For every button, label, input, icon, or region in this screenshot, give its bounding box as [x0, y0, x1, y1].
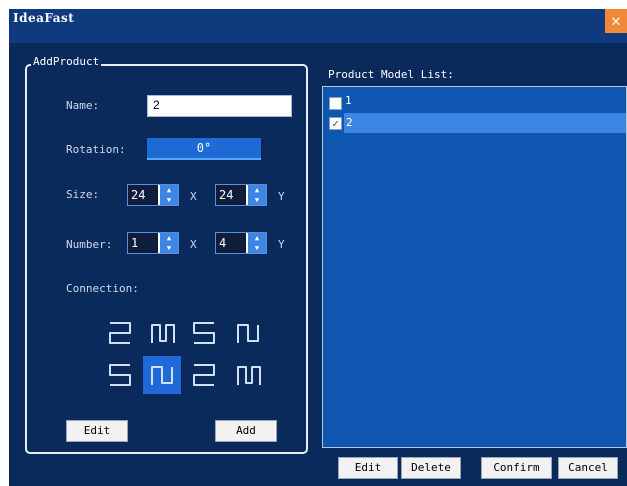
size-x-stepper[interactable]: ▲ ▼: [160, 185, 178, 205]
snake-up-icon[interactable]: [229, 356, 267, 394]
delete-button[interactable]: Delete: [401, 457, 461, 479]
zigzag-icon[interactable]: [101, 314, 139, 352]
confirm-button[interactable]: Confirm: [481, 457, 552, 479]
title-bar[interactable]: IdeaFast ✕: [9, 9, 627, 43]
number-y-value[interactable]: 4: [216, 233, 246, 253]
up-arrow-icon[interactable]: ▲: [160, 185, 178, 195]
size-y-axis-label: Y: [278, 190, 285, 203]
list-item-checkbox[interactable]: [329, 97, 342, 110]
list-item-label: 2: [344, 113, 626, 133]
number-label: Number:: [66, 238, 113, 251]
rotation-label: Rotation:: [66, 143, 126, 156]
add-product-button[interactable]: Add: [215, 420, 277, 442]
zigzag-icon[interactable]: [185, 356, 223, 394]
size-y-spinbox[interactable]: 24 ▲ ▼: [215, 184, 267, 206]
down-arrow-icon[interactable]: ▼: [160, 195, 178, 205]
connection-label: Connection:: [66, 282, 139, 295]
add-product-legend: AddProduct: [31, 55, 102, 68]
size-x-spinbox[interactable]: 24 ▲ ▼: [127, 184, 179, 206]
list-item-checkbox[interactable]: ✓: [329, 117, 342, 130]
size-x-value[interactable]: 24: [128, 185, 158, 205]
product-model-list[interactable]: 1 ✓ 2: [322, 86, 627, 448]
product-model-list-label: Product Model List:: [328, 68, 454, 81]
size-y-value[interactable]: 24: [216, 185, 246, 205]
list-item[interactable]: ✓ 2: [323, 113, 626, 133]
up-arrow-icon[interactable]: ▲: [248, 233, 266, 243]
cancel-button[interactable]: Cancel: [558, 457, 618, 479]
up-arrow-icon[interactable]: ▲: [248, 185, 266, 195]
meander-icon[interactable]: [143, 356, 181, 394]
number-y-spinbox[interactable]: 4 ▲ ▼: [215, 232, 267, 254]
down-arrow-icon[interactable]: ▼: [248, 243, 266, 253]
down-arrow-icon[interactable]: ▼: [248, 195, 266, 205]
close-icon[interactable]: ✕: [605, 9, 627, 33]
name-label: Name:: [66, 99, 100, 112]
number-x-axis-label: X: [190, 238, 197, 251]
number-y-stepper[interactable]: ▲ ▼: [248, 233, 266, 253]
snake-up-icon[interactable]: [143, 314, 181, 352]
down-arrow-icon[interactable]: ▼: [160, 243, 178, 253]
size-x-axis-label: X: [190, 190, 197, 203]
number-x-spinbox[interactable]: 1 ▲ ▼: [127, 232, 179, 254]
list-item-label: 1: [345, 94, 352, 107]
size-label: Size:: [66, 188, 100, 201]
number-x-value[interactable]: 1: [128, 233, 158, 253]
s-path-icon[interactable]: [101, 356, 139, 394]
s-path-icon[interactable]: [185, 314, 223, 352]
meander-icon[interactable]: [229, 314, 267, 352]
number-y-axis-label: Y: [278, 238, 285, 251]
edit-button[interactable]: Edit: [338, 457, 398, 479]
size-y-stepper[interactable]: ▲ ▼: [248, 185, 266, 205]
add-product-group: [25, 64, 308, 454]
list-item[interactable]: 1: [323, 93, 626, 113]
up-arrow-icon[interactable]: ▲: [160, 233, 178, 243]
window-title: IdeaFast: [13, 11, 75, 25]
edit-product-button[interactable]: Edit: [66, 420, 128, 442]
number-x-stepper[interactable]: ▲ ▼: [160, 233, 178, 253]
rotation-button[interactable]: 0°: [147, 138, 261, 160]
name-input[interactable]: 2: [147, 95, 292, 117]
